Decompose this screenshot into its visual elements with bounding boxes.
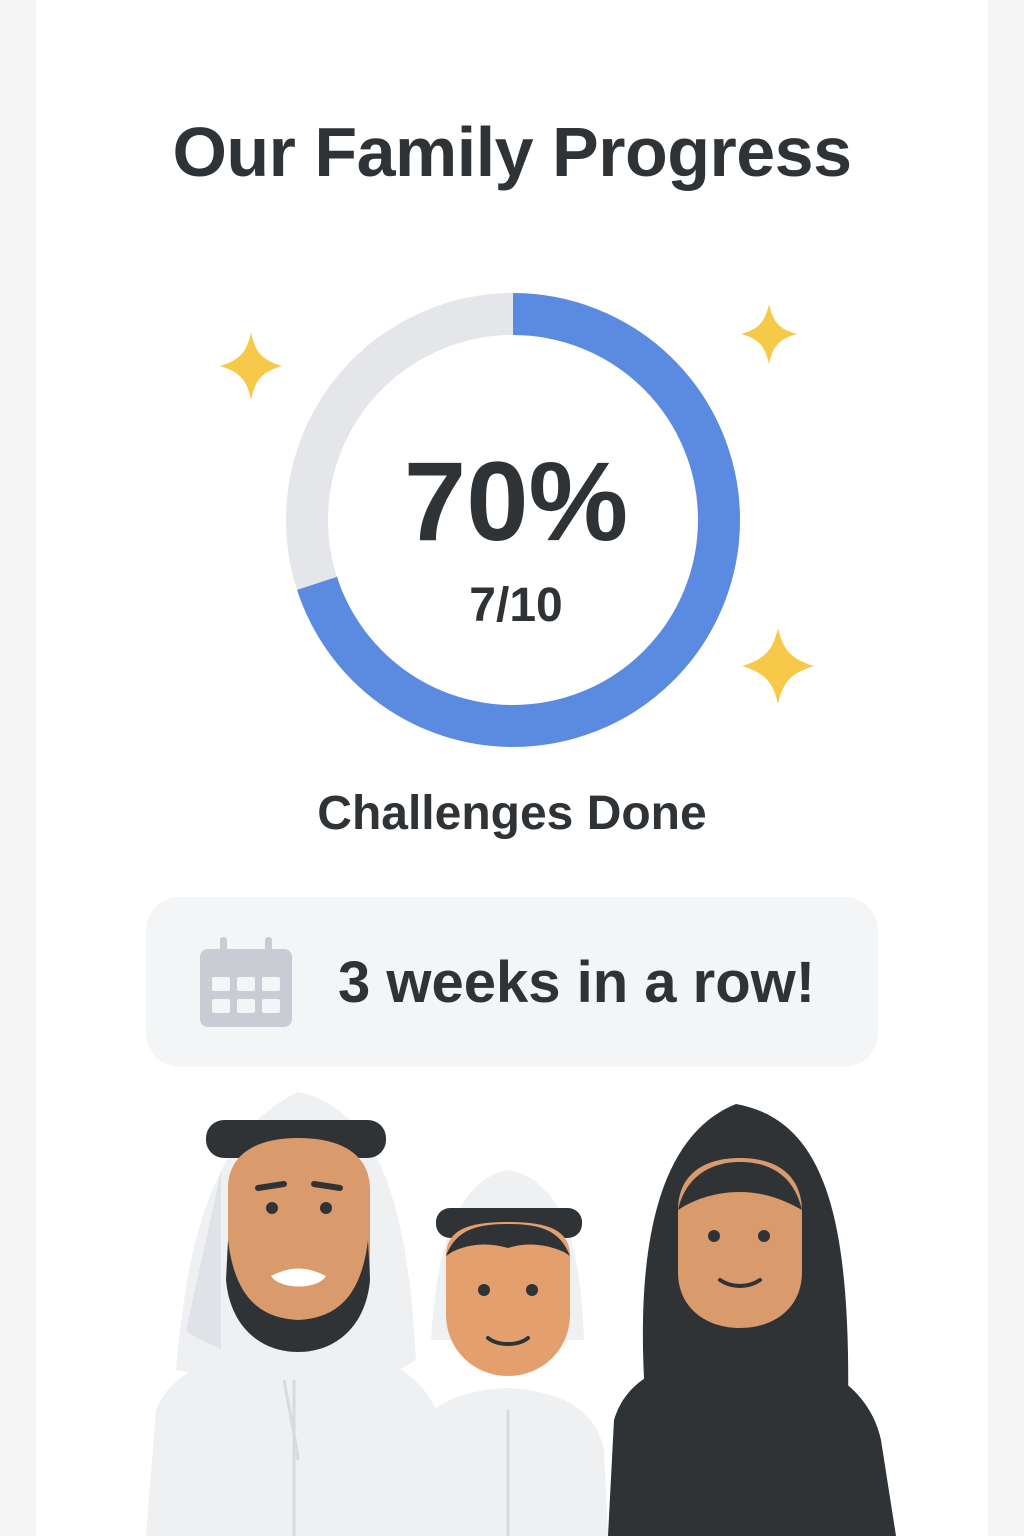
progress-ring	[220, 293, 814, 747]
streak-text: 3 weeks in a row!	[338, 950, 816, 1015]
sparkle-icon	[741, 304, 797, 364]
progress-ring-area: 70% 7/10	[36, 0, 988, 760]
family-illustration	[146, 1092, 896, 1536]
father-figure	[146, 1092, 446, 1536]
sparkle-icon	[742, 628, 814, 704]
calendar-icon	[200, 937, 292, 1027]
progress-caption: Challenges Done	[317, 787, 707, 840]
sparkle-icon	[220, 332, 282, 400]
streak-card: 3 weeks in a row!	[146, 897, 878, 1067]
progress-screen: Our Family Progress 70% 7/10 Challenges …	[36, 0, 988, 1536]
progress-fraction: 7/10	[469, 579, 563, 632]
son-figure	[406, 1170, 608, 1536]
progress-percent: 70%	[403, 439, 629, 564]
mother-figure	[608, 1104, 896, 1536]
